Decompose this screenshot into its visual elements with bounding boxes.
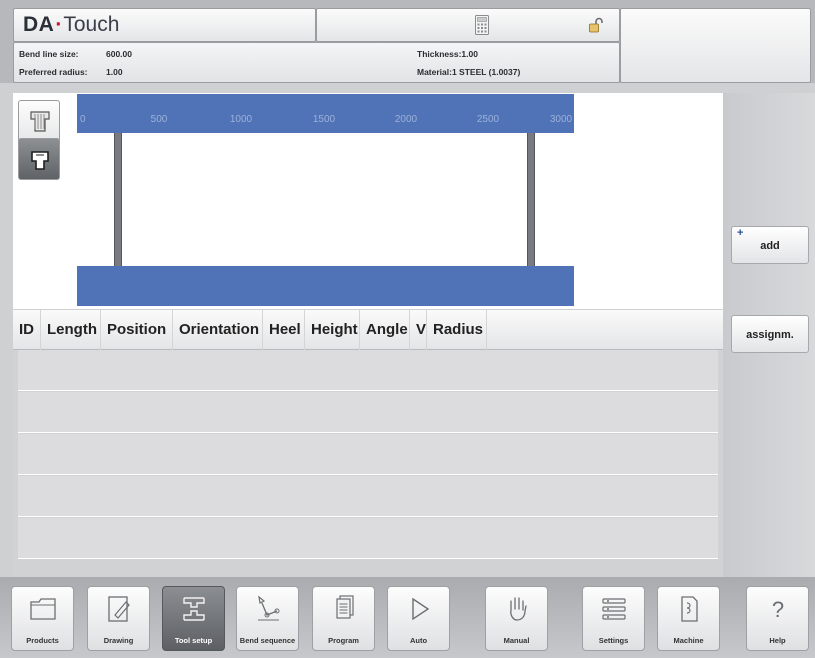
- nav-machine-button[interactable]: Machine: [657, 586, 720, 651]
- lower-tool-button[interactable]: [18, 138, 60, 180]
- bend-sequence-icon: [258, 595, 280, 621]
- preferred-radius-value: 1.00: [106, 67, 123, 77]
- scale-tick: 1500: [312, 114, 336, 125]
- unlock-icon[interactable]: [588, 17, 604, 33]
- nav-manual-button[interactable]: Manual: [485, 586, 548, 651]
- upper-tool-icon: [30, 111, 50, 132]
- drawing-icon: [108, 596, 130, 622]
- preferred-radius-label: Preferred radius:: [19, 67, 88, 77]
- table-row[interactable]: [18, 350, 718, 391]
- nav-products-button[interactable]: Products: [11, 586, 74, 651]
- header-right-box: [620, 8, 811, 83]
- add-plus-icon: +: [737, 227, 744, 239]
- left-backgauge-post: [114, 133, 122, 266]
- table-row[interactable]: [18, 518, 718, 559]
- assignment-button[interactable]: assignm.: [731, 315, 809, 353]
- scale-tick: 3000: [549, 114, 573, 125]
- tool-setup-graphic[interactable]: 0 500 1000 1500 2000 2500 3000: [13, 93, 723, 309]
- upper-beam: 0 500 1000 1500 2000 2500 3000: [77, 94, 574, 133]
- table-row[interactable]: [18, 434, 718, 475]
- bend-line-label: Bend line size:: [19, 49, 79, 59]
- column-header-heel[interactable]: Heel: [263, 310, 305, 350]
- column-header-radius[interactable]: Radius: [427, 310, 487, 350]
- hand-icon: [510, 597, 527, 621]
- add-button-label: add: [760, 240, 780, 252]
- folder-icon: [30, 598, 56, 620]
- header-bar: DA·Touch Bend line size: 600.00 Preferre…: [0, 0, 815, 83]
- table-row[interactable]: [18, 476, 718, 517]
- column-header-height[interactable]: Height: [305, 310, 360, 350]
- scale-tick: 2500: [476, 114, 500, 125]
- logo-box: DA·Touch: [13, 8, 316, 42]
- scale-tick: 500: [150, 114, 168, 125]
- calculator-icon[interactable]: [475, 15, 489, 35]
- upper-tool-button[interactable]: [18, 100, 60, 142]
- column-header-id[interactable]: ID: [13, 310, 41, 350]
- bend-line-value: 600.00: [106, 49, 132, 59]
- lower-tool-icon: [31, 151, 49, 170]
- add-button[interactable]: + add: [731, 226, 809, 264]
- machine-icon: [681, 596, 698, 622]
- scale-tick: 2000: [394, 114, 418, 125]
- column-header-v[interactable]: V: [410, 310, 427, 350]
- thickness-info: Thickness:1.00: [417, 49, 478, 59]
- play-icon: [412, 597, 430, 621]
- nav-bend-sequence-button[interactable]: Bend sequence: [236, 586, 299, 651]
- help-icon: ?: [772, 597, 784, 622]
- da-touch-logo: DA·Touch: [23, 13, 120, 36]
- column-header-length[interactable]: Length: [41, 310, 101, 350]
- assignment-button-label: assignm.: [746, 329, 794, 341]
- status-box: [316, 8, 620, 42]
- column-header-orientation[interactable]: Orientation: [173, 310, 263, 350]
- nav-help-button[interactable]: ? Help: [746, 586, 809, 651]
- tools-table[interactable]: ID Length Position Orientation Heel Heig…: [13, 310, 723, 578]
- column-header-angle[interactable]: Angle: [360, 310, 410, 350]
- svg-text:?: ?: [772, 597, 784, 622]
- scale-tick: 0: [80, 114, 86, 125]
- side-panel: + add assignm.: [723, 93, 815, 577]
- table-header: ID Length Position Orientation Heel Heig…: [13, 310, 723, 350]
- nav-settings-button[interactable]: Settings: [582, 586, 645, 651]
- tool-setup-icon: [183, 597, 205, 621]
- program-icon: [336, 595, 354, 619]
- bottom-navigation: Products Drawing Tool setup Bend sequenc…: [0, 577, 815, 658]
- settings-icon: [602, 598, 626, 620]
- right-backgauge-post: [527, 133, 535, 266]
- nav-program-button[interactable]: Program: [312, 586, 375, 651]
- nav-tool-setup-button[interactable]: Tool setup: [162, 586, 225, 651]
- lower-beam: [77, 266, 574, 306]
- nav-auto-button[interactable]: Auto: [387, 586, 450, 651]
- nav-drawing-button[interactable]: Drawing: [87, 586, 150, 651]
- product-info-box: Bend line size: 600.00 Preferred radius:…: [13, 42, 620, 83]
- material-info: Material:1 STEEL (1.0037): [417, 67, 521, 77]
- scale-tick: 1000: [229, 114, 253, 125]
- column-header-position[interactable]: Position: [101, 310, 173, 350]
- table-row[interactable]: [18, 392, 718, 433]
